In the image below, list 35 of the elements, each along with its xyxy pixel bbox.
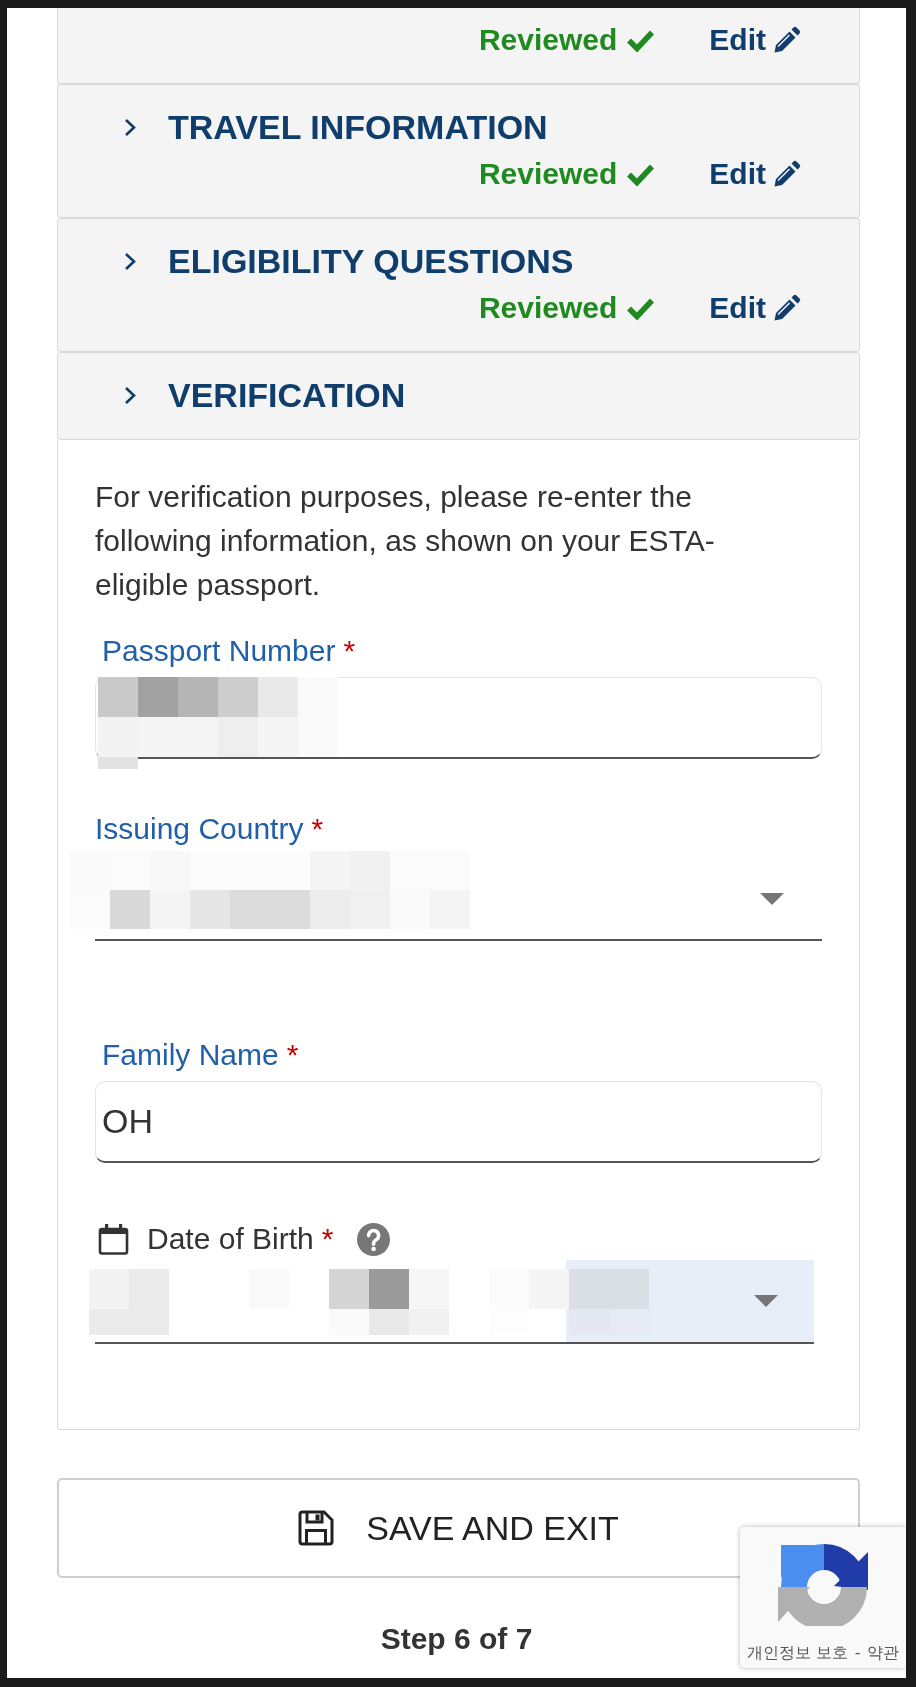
section-title[interactable]: ELIGIBILITY QUESTIONS [168, 241, 574, 281]
section-title[interactable]: VERIFICATION [168, 375, 406, 415]
required-mark: * [286, 1038, 299, 1072]
pencil-icon [773, 160, 801, 188]
calendar-icon [98, 1223, 129, 1255]
chevron-right-icon [124, 251, 136, 271]
save-and-exit-button[interactable]: SAVE AND EXIT [57, 1478, 860, 1578]
chevron-right-icon [124, 117, 136, 137]
edit-link[interactable]: Edit [709, 23, 801, 57]
section-title[interactable]: TRAVEL INFORMATION [168, 107, 548, 147]
terms-link[interactable]: 약관 [867, 1643, 900, 1663]
required-mark: * [321, 1222, 334, 1256]
privacy-link[interactable]: 개인정보 보호 [746, 1643, 848, 1663]
field-label: Passport Number [102, 634, 336, 668]
pencil-icon [773, 26, 801, 54]
required-mark: * [343, 634, 356, 668]
step-indicator: Step 6 of 7 [380, 1622, 533, 1655]
link-separator: - [854, 1643, 861, 1663]
status-label: Reviewed [478, 291, 618, 325]
field-label: Date of Birth [147, 1222, 314, 1256]
dropdown-arrow-icon [754, 1295, 778, 1307]
field-label: Family Name [102, 1038, 279, 1072]
circular-arrows-icon [778, 1542, 868, 1626]
help-icon[interactable] [357, 1222, 391, 1256]
required-mark: * [311, 812, 324, 846]
chevron-right-icon [124, 385, 136, 405]
input-field[interactable]: OH [95, 1081, 822, 1163]
edit-link[interactable]: Edit [709, 291, 801, 325]
dropdown-arrow-icon [760, 893, 784, 905]
edit-link[interactable]: Edit [709, 157, 801, 191]
status-label: Reviewed [478, 23, 618, 57]
pencil-icon [773, 294, 801, 322]
instruction-text: For verification purposes, please re-enter the following information, as shown on your ESTA-eligible passport. [95, 479, 716, 603]
field-label: Issuing Country [95, 812, 304, 846]
status-label: Reviewed [478, 157, 618, 191]
